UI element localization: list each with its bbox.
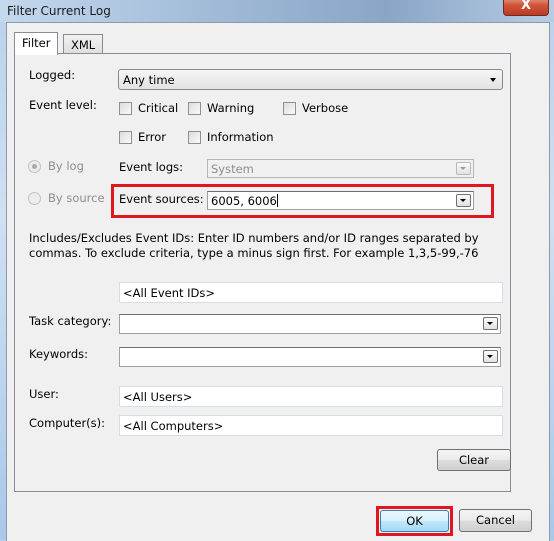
logged-label: Logged: [29, 68, 76, 82]
event-ids-input[interactable]: <All Event IDs> [119, 282, 503, 303]
close-icon: X [520, 0, 532, 13]
computers-input[interactable]: <All Computers> [119, 415, 503, 436]
checkbox-error[interactable]: Error [119, 130, 166, 144]
keywords-combo[interactable] [119, 347, 501, 367]
title-bar: Filter Current Log X [0, 0, 554, 22]
checkbox-warning[interactable]: Warning [188, 101, 254, 115]
task-category-label: Task category: [29, 314, 112, 328]
radio-by-source[interactable]: By source [28, 191, 105, 205]
event-sources-value: 6005, 6006 [211, 194, 277, 208]
event-logs-label: Event logs: [119, 160, 183, 174]
checkbox-label: Warning [207, 101, 255, 115]
logged-select[interactable]: Any time [118, 69, 503, 90]
chevron-down-icon [490, 78, 496, 82]
checkbox-box[interactable] [119, 101, 132, 115]
checkbox-box[interactable] [119, 130, 132, 144]
event-ids-help-text: Includes/Excludes Event IDs: Enter ID nu… [29, 231, 479, 260]
window-title: Filter Current Log [7, 4, 111, 18]
checkbox-box[interactable] [188, 130, 201, 144]
event-ids-value: <All Event IDs> [123, 286, 216, 300]
checkbox-verbose[interactable]: Verbose [283, 101, 348, 115]
radio-by-log[interactable]: By log [28, 159, 84, 173]
checkbox-label: Critical [138, 101, 179, 115]
event-sources-combo[interactable]: 6005, 6006 [207, 191, 474, 210]
user-value: <All Users> [123, 390, 193, 404]
checkbox-label: Verbose [302, 101, 349, 115]
event-sources-input[interactable]: 6005, 6006 [211, 194, 278, 208]
radio-dot[interactable] [28, 159, 41, 173]
computers-label: Computer(s): [29, 416, 106, 430]
radio-dot[interactable] [28, 191, 41, 205]
checkbox-information[interactable]: Information [188, 130, 274, 144]
checkbox-label: Error [138, 130, 167, 144]
chevron-down-icon[interactable] [483, 350, 498, 363]
task-category-combo[interactable] [119, 314, 501, 334]
cancel-button[interactable]: Cancel [459, 509, 532, 532]
clear-button[interactable]: Clear [437, 449, 511, 471]
user-label: User: [29, 387, 59, 401]
logged-value: Any time [123, 73, 175, 87]
radio-label: By source [48, 191, 105, 205]
dialog-client: Filter XML Logged: Any time Event level:… [6, 22, 550, 541]
checkbox-box[interactable] [283, 101, 296, 115]
ok-button[interactable]: OK [380, 510, 449, 532]
radio-label: By log [48, 159, 84, 173]
event-logs-combo: System [207, 159, 474, 178]
close-button[interactable]: X [503, 0, 549, 16]
event-logs-value: System [211, 162, 254, 176]
chevron-down-icon[interactable] [483, 317, 498, 330]
user-input[interactable]: <All Users> [119, 386, 503, 407]
text-cursor [276, 194, 278, 207]
event-sources-label: Event sources: [119, 192, 204, 206]
checkbox-label: Information [207, 130, 274, 144]
computers-value: <All Computers> [123, 419, 224, 433]
checkbox-critical[interactable]: Critical [119, 101, 178, 115]
chevron-down-icon[interactable] [456, 194, 471, 207]
tab-filter[interactable]: Filter [14, 32, 59, 55]
checkbox-box[interactable] [188, 101, 201, 115]
chevron-down-icon [456, 162, 471, 175]
keywords-label: Keywords: [29, 347, 88, 361]
event-level-label: Event level: [29, 98, 97, 112]
tab-xml[interactable]: XML [63, 34, 104, 55]
